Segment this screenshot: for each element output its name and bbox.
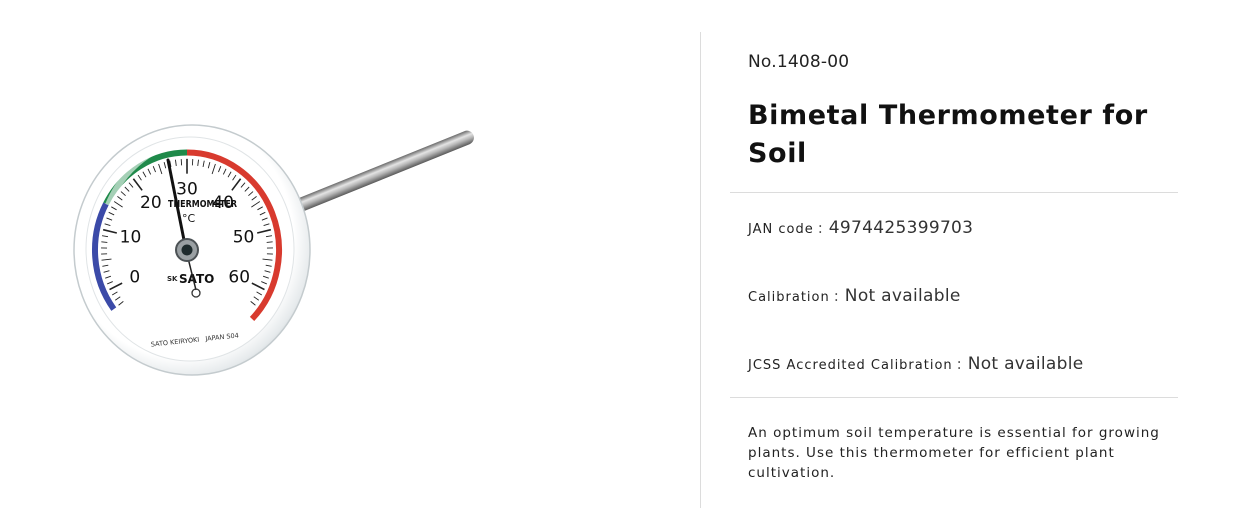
dial-scale-label: 0 (129, 268, 140, 288)
horizontal-divider (730, 397, 1178, 398)
spec-jan-code: JAN code:4974425399703 (748, 218, 973, 238)
spec-separator: : (817, 219, 823, 237)
spec-label: Calibration (748, 290, 830, 305)
dial-scale-label: 60 (228, 268, 250, 288)
product-description: An optimum soil temperature is essential… (748, 425, 1160, 481)
spec-value: Not available (844, 286, 961, 306)
stem (285, 130, 474, 218)
dial-scale-label: 20 (140, 193, 162, 213)
vertical-divider (700, 32, 701, 508)
dial-scale-label: 30 (176, 180, 198, 200)
dial-brand-mark: SK (167, 275, 178, 283)
spec-value: 4974425399703 (828, 218, 974, 238)
product-title: Bimetal Thermometer for Soil (748, 100, 1148, 169)
dial-unit: °C (182, 212, 196, 225)
spec-calibration: Calibration: Not available (748, 286, 961, 306)
spec-separator: : (956, 355, 962, 373)
spec-label: JAN code (748, 222, 814, 237)
spec-label: JCSS Accredited Calibration (748, 358, 953, 373)
horizontal-divider (730, 192, 1178, 193)
dial-tick (266, 241, 273, 243)
product-image-pane: 0 10 20 30 40 50 60 THERMOMETER °C SK SATO SAT… (0, 0, 700, 508)
dial-scale-label: 10 (120, 227, 142, 247)
spec-separator: : (833, 287, 839, 305)
spec-jcss-calibration: JCSS Accredited Calibration: Not availabl… (748, 354, 1084, 374)
dial-brand: SATO (179, 272, 214, 286)
dial-tick (101, 241, 108, 243)
thermometer-photo: 0102030405060 THERMOMETER °C SK SATO SAT… (73, 124, 474, 376)
dial: 0102030405060 THERMOMETER °C SK SATO SAT… (73, 124, 311, 376)
product-number: No.1408-00 (748, 52, 850, 72)
dial-scale-label: 50 (233, 227, 255, 247)
spec-value: Not available (967, 354, 1084, 374)
